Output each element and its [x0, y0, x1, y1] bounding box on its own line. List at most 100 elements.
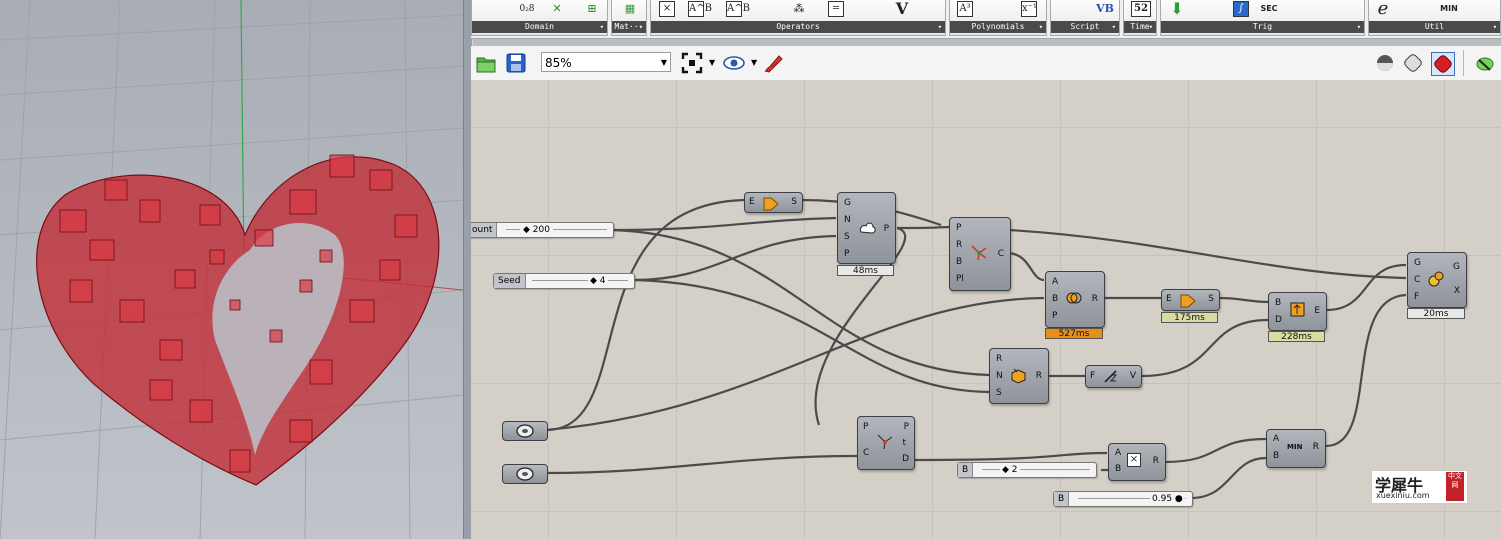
- component-shatter[interactable]: E S: [1161, 289, 1220, 311]
- tab-util[interactable]: Util: [1369, 21, 1500, 33]
- domain-range-icon[interactable]: ⊞: [582, 0, 602, 18]
- component-populate[interactable]: G N S P P: [837, 192, 896, 264]
- ribbon-group-polynomials[interactable]: A³ x⁻¹ Polynomials: [949, 0, 1047, 36]
- arrow-down-icon[interactable]: ⬇: [1167, 0, 1187, 18]
- pin-d[interactable]: D: [1275, 315, 1282, 326]
- pin-p[interactable]: P: [844, 249, 849, 260]
- vb-script-icon[interactable]: VB: [1095, 0, 1115, 18]
- ribbon-group-time[interactable]: 52 Time: [1123, 0, 1157, 36]
- cube-icon[interactable]: A³: [957, 1, 973, 17]
- pin-r-out[interactable]: R: [1036, 371, 1042, 382]
- pin-f[interactable]: F: [1414, 292, 1419, 303]
- grasshopper-canvas[interactable]: ount ◆ 200 Seed ◆ 4 B ◆ 2 B 0.95 ● E S G…: [471, 80, 1501, 539]
- pin-p[interactable]: P: [1052, 311, 1057, 322]
- bake-icon[interactable]: [1474, 52, 1496, 74]
- or-gate-icon[interactable]: V: [892, 0, 912, 18]
- component-fz[interactable]: F V: [1085, 365, 1142, 388]
- slider-seed[interactable]: Seed ◆ 4: [493, 273, 635, 289]
- pin-r[interactable]: R: [1313, 442, 1319, 453]
- tab-polynomials[interactable]: Polynomials: [950, 21, 1046, 33]
- ribbon-group-mat[interactable]: ▦ Mat···: [611, 0, 647, 36]
- pin-b[interactable]: B: [1273, 451, 1279, 462]
- pin-c[interactable]: C: [863, 448, 869, 459]
- power-icon[interactable]: A^B: [688, 1, 712, 17]
- zoom-select[interactable]: 85% ▼: [541, 52, 671, 72]
- multiply-icon[interactable]: ×: [659, 1, 675, 17]
- pin-b[interactable]: B: [956, 257, 962, 268]
- zoom-extents-icon[interactable]: [681, 52, 703, 74]
- reciprocal-icon[interactable]: x⁻¹: [1021, 1, 1037, 17]
- tab-domain[interactable]: Domain: [472, 21, 607, 33]
- domain-icon[interactable]: 0₂8 ±±: [517, 0, 537, 32]
- pin-n[interactable]: N: [844, 215, 851, 226]
- power-b-icon[interactable]: A^B: [726, 1, 750, 17]
- pin-r[interactable]: R: [1153, 456, 1159, 467]
- component-minimum[interactable]: A B MIN R: [1266, 429, 1326, 468]
- pin-r[interactable]: R: [956, 240, 962, 251]
- pin-g-out[interactable]: G: [1453, 262, 1460, 273]
- ribbon-group-domain[interactable]: 0₂8 ±± ✕ ⊞ Domain: [471, 0, 608, 36]
- gate-icon[interactable]: ⁂: [789, 0, 809, 18]
- pin-a[interactable]: A: [1115, 448, 1121, 459]
- preview-selected-icon[interactable]: [1431, 52, 1455, 76]
- tab-time[interactable]: Time: [1124, 21, 1156, 33]
- preview-shaded-icon[interactable]: [1374, 52, 1396, 74]
- pin-g[interactable]: G: [1414, 258, 1421, 269]
- open-file-icon[interactable]: [475, 52, 497, 74]
- sketch-pen-icon[interactable]: [763, 52, 785, 74]
- preview-eye-icon[interactable]: [723, 52, 745, 74]
- matrix-icon[interactable]: ▦: [620, 0, 640, 18]
- ribbon-group-operators[interactable]: × A^B A^B ⁂ = V Operators: [650, 0, 946, 36]
- ribbon-group-util[interactable]: e MIN Util: [1368, 0, 1501, 36]
- slider-b-decimal[interactable]: B 0.95 ●: [1053, 491, 1193, 507]
- pin-e[interactable]: E: [749, 197, 755, 208]
- ribbon-group-script[interactable]: VB Script: [1050, 0, 1120, 36]
- component-boolean[interactable]: A B P R: [1045, 271, 1105, 328]
- pin-pl[interactable]: Pl: [956, 274, 964, 285]
- rhino-viewport[interactable]: [0, 0, 463, 539]
- tab-script[interactable]: Script: [1051, 21, 1119, 33]
- pin-r[interactable]: R: [996, 354, 1002, 365]
- pin-b[interactable]: B: [1115, 464, 1121, 475]
- pin-c[interactable]: C: [1414, 275, 1420, 286]
- calendar-icon[interactable]: 52: [1131, 1, 1151, 17]
- pin-t[interactable]: t: [902, 438, 906, 449]
- pin-a[interactable]: A: [1273, 434, 1279, 445]
- tab-mat[interactable]: Mat···: [612, 21, 646, 33]
- pin-f[interactable]: F: [1090, 371, 1095, 382]
- pin-p[interactable]: P: [956, 223, 961, 234]
- tab-trig[interactable]: Trig: [1161, 21, 1364, 33]
- pin-a[interactable]: A: [1052, 277, 1058, 288]
- pin-r[interactable]: R: [1092, 294, 1098, 305]
- component-multiply[interactable]: A B × R: [1108, 443, 1166, 481]
- secant-icon[interactable]: SEC: [1259, 0, 1279, 18]
- slider-b-two[interactable]: B ◆ 2: [957, 462, 1097, 478]
- pin-v[interactable]: V: [1130, 371, 1136, 382]
- pin-p-out[interactable]: P: [884, 224, 889, 235]
- pin-e[interactable]: E: [1166, 294, 1172, 305]
- pin-e[interactable]: E: [1314, 306, 1320, 317]
- chevron-down-icon[interactable]: ▼: [709, 58, 715, 67]
- geometry-param-a[interactable]: [502, 421, 548, 441]
- component-flatten[interactable]: E S: [744, 192, 803, 213]
- pin-s[interactable]: S: [844, 232, 850, 243]
- pin-x[interactable]: X: [1454, 286, 1460, 297]
- component-random[interactable]: R N S R: [989, 348, 1049, 404]
- pin-c[interactable]: C: [998, 249, 1004, 260]
- minimum-icon[interactable]: MIN: [1439, 0, 1459, 18]
- component-custom-preview[interactable]: G C F G X: [1407, 252, 1467, 308]
- pin-b[interactable]: B: [1052, 294, 1058, 305]
- pin-s[interactable]: S: [1208, 294, 1214, 305]
- pin-p[interactable]: P: [863, 422, 868, 433]
- pin-s[interactable]: S: [996, 388, 1002, 399]
- chevron-down-icon[interactable]: ▼: [751, 58, 757, 67]
- pin-g[interactable]: G: [844, 198, 851, 209]
- component-dispatch[interactable]: B D E: [1268, 292, 1327, 331]
- pin-d[interactable]: D: [902, 454, 909, 465]
- save-file-icon[interactable]: [505, 52, 527, 74]
- preview-wireframe-icon[interactable]: [1402, 52, 1424, 74]
- sine-icon[interactable]: ∫: [1233, 1, 1249, 17]
- euler-icon[interactable]: e: [1373, 0, 1393, 18]
- ribbon-group-trig[interactable]: ⬇ ∫ SEC Trig: [1160, 0, 1365, 36]
- pin-p-out[interactable]: P: [904, 422, 909, 433]
